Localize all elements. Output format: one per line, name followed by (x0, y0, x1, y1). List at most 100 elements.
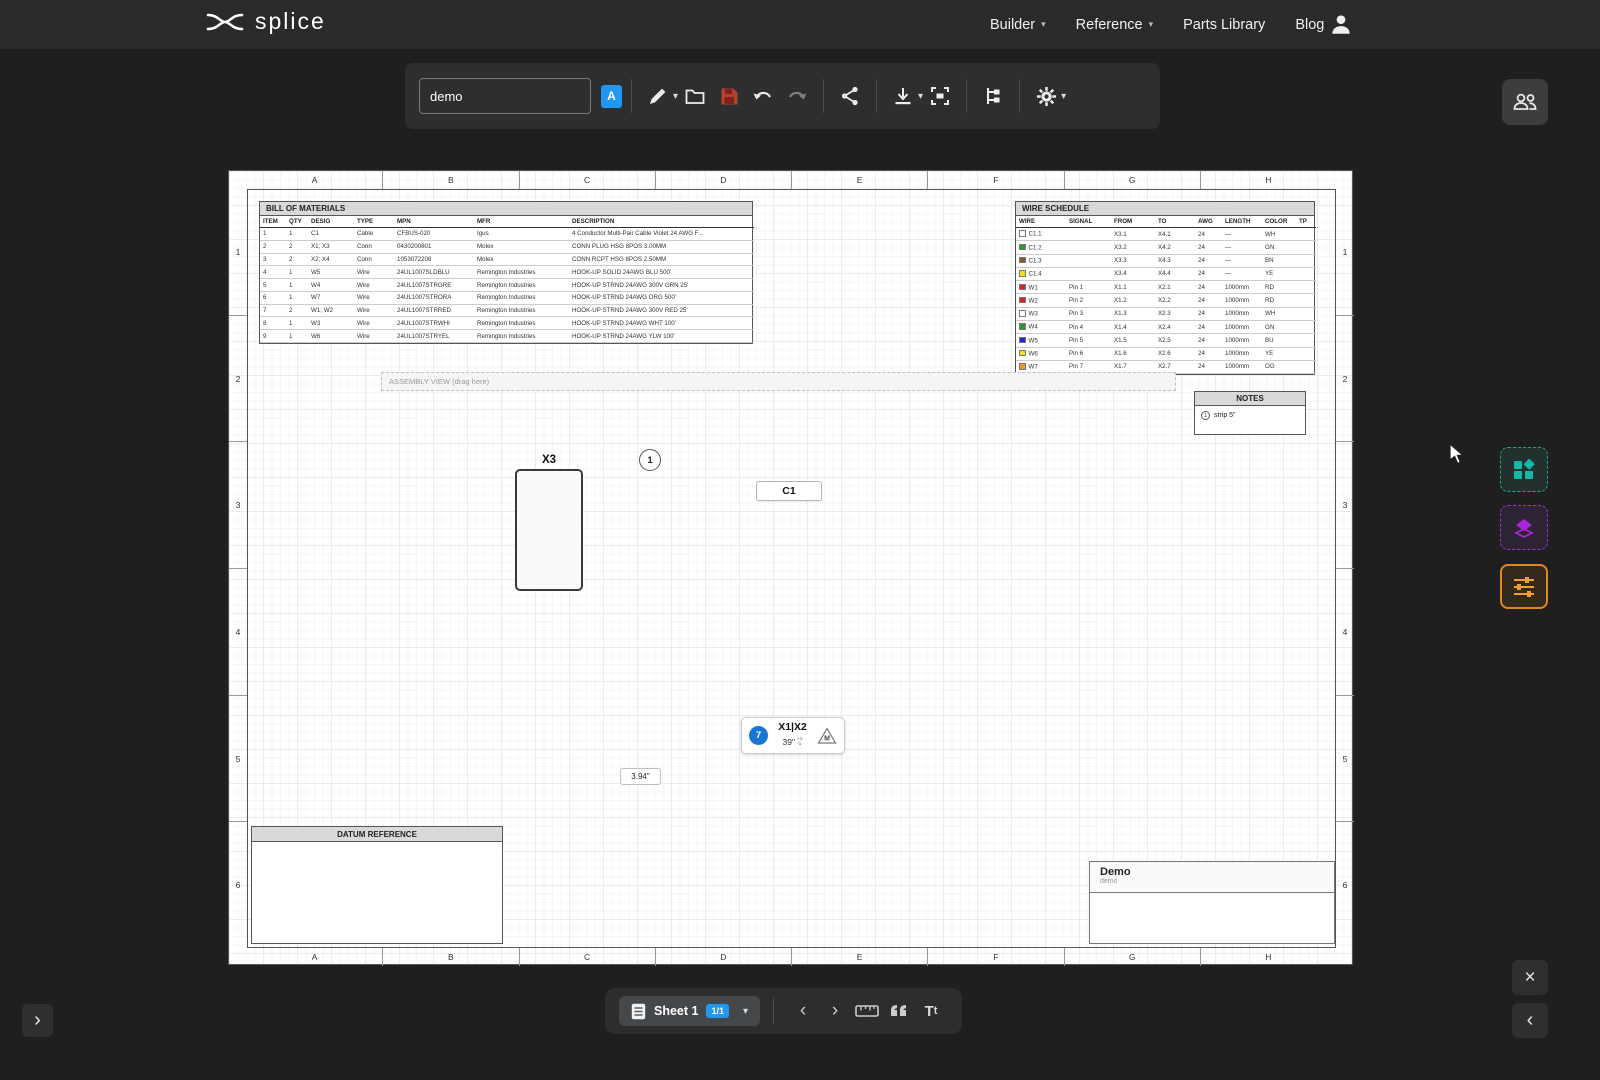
bom-cell: C1 (308, 227, 354, 241)
cable-label[interactable]: C1 (756, 481, 822, 501)
wire-schedule-cell: — (1222, 267, 1262, 282)
redo-button[interactable] (783, 78, 811, 114)
app-logo[interactable]: splice (205, 8, 326, 35)
expand-left-button[interactable]: › (22, 1004, 53, 1037)
nav-item-parts-library[interactable]: Parts Library (1183, 17, 1265, 33)
fit-view-button[interactable] (926, 78, 954, 114)
callout-ref-badge: 7 (749, 726, 768, 745)
wire-schedule-cell: OG (1262, 360, 1296, 375)
share-button[interactable] (836, 78, 864, 114)
wire-schedule-cell: Pin 1 (1066, 280, 1111, 295)
edit-tool-button[interactable] (644, 78, 672, 114)
undo-button[interactable] (749, 78, 777, 114)
svg-text:M: M (824, 735, 830, 742)
close-button[interactable]: × (1512, 960, 1548, 995)
strip-dimension-label[interactable]: 3.94" (620, 768, 661, 785)
layers-panel-button[interactable] (1500, 505, 1548, 550)
wire-schedule-cell: X2.1 (1155, 280, 1195, 295)
wire-schedule-cell: Pin 3 (1066, 307, 1111, 321)
wire-schedule-cell: 24 (1195, 227, 1222, 242)
bom-cell: 1 (286, 278, 308, 292)
ruler-icon (855, 1005, 879, 1017)
previous-sheet-button[interactable]: ‹ (791, 996, 815, 1026)
wire-schedule-cell (1296, 280, 1316, 295)
bill-of-materials-table[interactable]: BILL OF MATERIALS ITEM QTY DESIG TYPE MPN MFR… (259, 201, 754, 345)
wire-schedule-cell: X1.6 (1111, 347, 1155, 361)
sheet-selector-button[interactable]: Sheet 1 1/1 ▾ (619, 996, 761, 1026)
nav-item-blog[interactable]: Blog (1295, 17, 1324, 33)
wire-schedule-cell: X4.1 (1155, 227, 1195, 242)
bom-cell: 6 (260, 291, 286, 305)
bom-cell: 2 (286, 304, 308, 318)
row-label: 6 (235, 880, 241, 891)
bom-cell: 7 (260, 304, 286, 318)
wire-color-swatch (1019, 310, 1026, 317)
filename-input[interactable] (419, 78, 591, 114)
autosave-badge[interactable]: A (601, 84, 622, 108)
collaborators-button[interactable] (1502, 79, 1548, 125)
note-ref: 1 (1201, 411, 1210, 420)
bom-cell: 2 (286, 253, 308, 267)
wire-schedule-table[interactable]: WIRE SCHEDULE WIRE SIGNAL FROM TO AWG LENGTH C… (1015, 201, 1316, 376)
text-tool-button[interactable]: Tt (919, 996, 943, 1026)
bom-cell: HOOK-UP SOLID 24AWG BLU 500' (569, 265, 754, 280)
wire-color-swatch (1019, 363, 1026, 370)
open-file-button[interactable] (681, 78, 709, 114)
wire-schedule-cell: 24 (1195, 293, 1222, 308)
dimension-callout[interactable]: 7 X1|X2 39" +1 -1 M (741, 717, 845, 754)
table-row: 6 1 W7 Wire 24UL1007STRORA Remington Industri… (260, 291, 754, 305)
callout-title: X1|X2 (778, 721, 807, 734)
nav-item-label: Parts Library (1183, 16, 1266, 33)
components-panel-button[interactable] (1500, 447, 1548, 492)
wire-color-swatch (1019, 336, 1026, 344)
column-labels-top: ABCDEFG H (247, 171, 1336, 189)
settings-caret[interactable]: ▾ (1061, 91, 1066, 102)
bom-cell: 4 Conductor Multi-Pair Cable Violet 24 A… (569, 227, 754, 241)
chevron-left-icon: ‹ (1526, 1009, 1534, 1031)
connector-x3[interactable]: X3 (515, 454, 583, 591)
bom-cell: 1 (286, 316, 308, 331)
table-row: W2 Pin 2 X1.2 X2.2 24 1000mm RD (1016, 293, 1316, 308)
column-label: G (1065, 948, 1201, 966)
wire-schedule-cell: X4.3 (1155, 254, 1195, 268)
edit-tool-caret[interactable]: ▾ (673, 91, 678, 102)
bom-cell: 1 (286, 291, 308, 305)
note-balloon-1[interactable]: 1 (639, 449, 661, 471)
wire-schedule-cell: 24 (1195, 320, 1222, 335)
collapse-right-button[interactable]: ‹ (1512, 1003, 1548, 1038)
assembly-view-dropzone[interactable]: ASSEMBLY VIEW (drag here) (381, 372, 1176, 391)
wire-color-swatch (1019, 256, 1026, 264)
measure-tool-button[interactable] (855, 996, 879, 1026)
table-row: W5 Pin 5 X1.5 X2.5 24 1000mm BU (1016, 333, 1316, 348)
table-row: W3 Pin 3 X1.3 X2.3 24 1000mm WH (1016, 307, 1316, 321)
next-sheet-button[interactable]: › (823, 996, 847, 1026)
user-menu-button[interactable] (1328, 11, 1354, 42)
row-label: 1 (1336, 189, 1354, 316)
wire-schedule-cell (1296, 320, 1316, 335)
divider (631, 79, 632, 113)
users-icon (1513, 93, 1537, 110)
drawing-sheet[interactable]: ABCDEFGH ABCDEFGH 123456 123456 BILL OF … (228, 170, 1354, 966)
bom-cell: Igus (474, 227, 569, 241)
download-caret[interactable]: ▾ (918, 91, 923, 102)
wire-color-swatch (1019, 243, 1026, 251)
bom-column-header: MPN (394, 216, 474, 228)
wire-color-swatch (1019, 230, 1026, 237)
settings-button[interactable] (1032, 78, 1060, 114)
note-tool-button[interactable] (887, 996, 911, 1026)
wire-cell: W4 (1016, 320, 1066, 335)
notes-box[interactable]: NOTES 1 strip 5" (1194, 391, 1306, 435)
bom-cell: Wire (354, 291, 394, 305)
download-button[interactable] (889, 78, 917, 114)
nav-item-reference[interactable]: Reference ▾ (1076, 17, 1153, 33)
save-button[interactable] (715, 78, 743, 114)
wire-schedule-cell: 1000mm (1222, 280, 1262, 295)
wire-schedule-cell: X1.2 (1111, 293, 1155, 308)
wire-schedule-cell: GN (1262, 320, 1296, 335)
nav-item-builder[interactable]: Builder ▾ (990, 17, 1046, 33)
column-label: E (792, 171, 929, 189)
wire-schedule-cell: 1000mm (1222, 360, 1262, 375)
properties-panel-button[interactable] (1500, 564, 1548, 609)
hierarchy-button[interactable] (979, 78, 1007, 114)
bom-cell: 0430200801 (394, 240, 474, 254)
